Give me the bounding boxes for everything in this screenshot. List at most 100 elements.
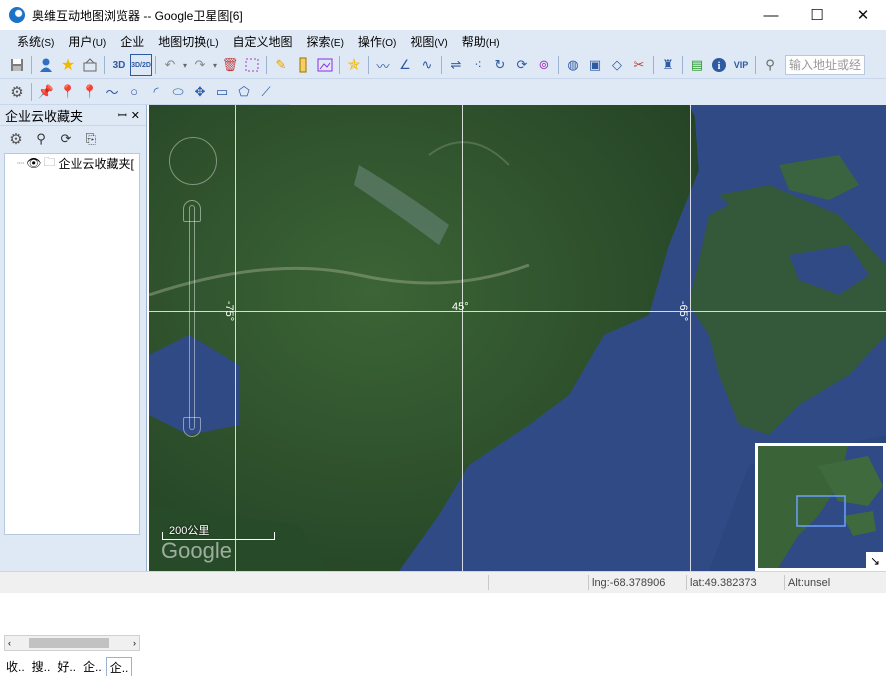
menu-enterprise[interactable]: 企业 <box>113 33 151 50</box>
close-button[interactable]: ✕ <box>840 0 886 30</box>
ellipse-icon[interactable]: ⬭ <box>167 81 189 103</box>
toolbar-separator <box>104 56 105 74</box>
main-toolbar: ★ 3D 3D/2D ↶ ▾ ↷ ▾ 🗑 ✎ ✯ 〰 ∠ ∿ ⇌ ⁖ ↻ ⟳ ⊚… <box>0 52 886 79</box>
folder-icon: 🗀 <box>43 154 56 169</box>
settings-gear-icon[interactable]: ⚙ <box>6 81 28 103</box>
toolbar-separator <box>653 56 654 74</box>
overview-toggle-icon[interactable]: ↘ <box>866 552 884 570</box>
minimize-button[interactable]: — <box>748 0 794 30</box>
panel-pin-button[interactable]: ꟷ <box>118 108 127 123</box>
polygon-icon[interactable]: ⬠ <box>233 81 255 103</box>
toolbar-blank <box>290 79 886 105</box>
grid-line-horizontal <box>149 311 886 312</box>
add-favorite-icon[interactable]: ✯ <box>343 54 365 76</box>
horizontal-scrollbar[interactable]: ‹ › <box>4 635 140 651</box>
rectangle-icon[interactable]: ▭ <box>211 81 233 103</box>
pin-blue-icon[interactable]: 📍 <box>57 81 79 103</box>
refresh-icon[interactable]: ⟳ <box>511 54 533 76</box>
eraser-icon[interactable]: ◇ <box>606 54 628 76</box>
pin-yellow-icon[interactable]: 📌 <box>35 81 57 103</box>
points-icon[interactable]: ⁖ <box>467 54 489 76</box>
toolbar-separator <box>368 56 369 74</box>
panel-search-icon[interactable]: ⚲ <box>30 128 52 150</box>
panel-close-button[interactable]: ✕ <box>131 109 140 122</box>
view-3d2d-button[interactable]: 3D/2D <box>130 54 152 76</box>
maximize-button[interactable]: ☐ <box>794 0 840 30</box>
zoom-slider-track[interactable] <box>189 205 195 430</box>
menu-operation[interactable]: 操作(O) <box>351 33 403 50</box>
redo-dropdown-icon[interactable]: ▾ <box>211 54 219 76</box>
scroll-thumb[interactable] <box>29 638 109 648</box>
arc-icon[interactable]: ◜ <box>145 81 167 103</box>
status-divider <box>588 575 589 590</box>
locate-icon[interactable]: ⊚ <box>533 54 555 76</box>
address-search-input[interactable]: 输入地址或经 <box>785 55 865 75</box>
route-icon[interactable]: ⇌ <box>445 54 467 76</box>
svg-text:i: i <box>718 61 721 72</box>
toolbar-separator <box>441 56 442 74</box>
compass-control[interactable] <box>169 137 217 185</box>
tab-friends[interactable]: 好.. <box>54 657 79 676</box>
toolbar-separator <box>31 56 32 74</box>
pin-green-icon[interactable]: 📍 <box>79 81 101 103</box>
vip-button[interactable]: VIP <box>730 54 752 76</box>
zoom-in-button[interactable] <box>183 200 201 222</box>
building-icon[interactable]: ♜ <box>657 54 679 76</box>
menu-custom-map[interactable]: 自定义地图 <box>226 33 300 50</box>
panel-attach-icon[interactable]: ⎘ <box>80 128 102 150</box>
panel-toolbar: ⚙ ⚲ ⟳ ⎘ <box>0 126 146 152</box>
message-icon[interactable]: ▤ <box>686 54 708 76</box>
scroll-right-arrow[interactable]: › <box>133 638 136 648</box>
curve-track-icon[interactable]: ∿ <box>416 54 438 76</box>
angle-icon[interactable]: ∠ <box>394 54 416 76</box>
cut-icon[interactable]: ✂ <box>628 54 650 76</box>
panel-settings-icon[interactable]: ⚙ <box>5 128 27 150</box>
delete-icon[interactable]: 🗑 <box>219 54 241 76</box>
toolbar-separator <box>31 82 32 101</box>
panel-tabs: 收.. 搜.. 好.. 企.. 企.. <box>0 655 147 676</box>
path-icon[interactable]: ⟋ <box>255 81 277 103</box>
move-icon[interactable]: ✥ <box>189 81 211 103</box>
rotate-icon[interactable]: ↻ <box>489 54 511 76</box>
toolbar-separator <box>339 56 340 74</box>
globe-icon[interactable]: ◍ <box>562 54 584 76</box>
info-icon[interactable]: i <box>708 54 730 76</box>
longitude-label-left: -75° <box>223 300 236 322</box>
select-box-icon[interactable] <box>241 54 263 76</box>
ruler-icon[interactable] <box>292 54 314 76</box>
panel-sync-icon[interactable]: ⟳ <box>55 128 77 150</box>
menu-user[interactable]: 用户(U) <box>61 33 113 50</box>
scroll-left-arrow[interactable]: ‹ <box>8 638 11 648</box>
menu-explore[interactable]: 探索(E) <box>300 33 351 50</box>
menu-help[interactable]: 帮助(H) <box>455 33 507 50</box>
image-icon[interactable] <box>314 54 336 76</box>
tree-item[interactable]: ┈ 👁 🗀 企业云收藏夹[ <box>5 154 139 172</box>
user-icon[interactable] <box>35 54 57 76</box>
tab-favorites[interactable]: 收.. <box>3 657 28 676</box>
status-divider <box>686 575 687 590</box>
search-icon[interactable]: ⚲ <box>759 54 781 76</box>
save-icon[interactable] <box>6 54 28 76</box>
undo-icon[interactable]: ↶ <box>159 54 181 76</box>
menu-system[interactable]: 系统(S) <box>10 33 61 50</box>
track-icon[interactable]: 〰 <box>372 54 394 76</box>
menu-map-switch[interactable]: 地图切换(L) <box>151 33 225 50</box>
title-bar: 奥维互动地图浏览器 -- Google卫星图[6] — ☐ ✕ <box>0 0 886 30</box>
satellite-map[interactable]: 45° -75° -65° 200公里 Google ↘ <box>149 105 886 571</box>
measure-icon[interactable]: ✎ <box>270 54 292 76</box>
tab-enterprise-cloud[interactable]: 企.. <box>105 657 133 676</box>
circle-icon[interactable]: ○ <box>123 81 145 103</box>
menu-view[interactable]: 视图(V) <box>403 33 454 50</box>
zoom-out-button[interactable] <box>183 417 201 437</box>
polyline-icon[interactable]: 〜 <box>101 81 123 103</box>
tab-enterprise[interactable]: 企.. <box>80 657 105 676</box>
undo-dropdown-icon[interactable]: ▾ <box>181 54 189 76</box>
visibility-eye-icon[interactable]: 👁 <box>26 156 41 170</box>
redo-icon[interactable]: ↷ <box>189 54 211 76</box>
tab-search[interactable]: 搜.. <box>29 657 54 676</box>
view-3d-button[interactable]: 3D <box>108 54 130 76</box>
group-icon[interactable] <box>79 54 101 76</box>
favorite-star-icon[interactable]: ★ <box>57 54 79 76</box>
map-frame-icon[interactable]: ▣ <box>584 54 606 76</box>
latitude-readout: lat:49.382373 <box>690 577 757 589</box>
